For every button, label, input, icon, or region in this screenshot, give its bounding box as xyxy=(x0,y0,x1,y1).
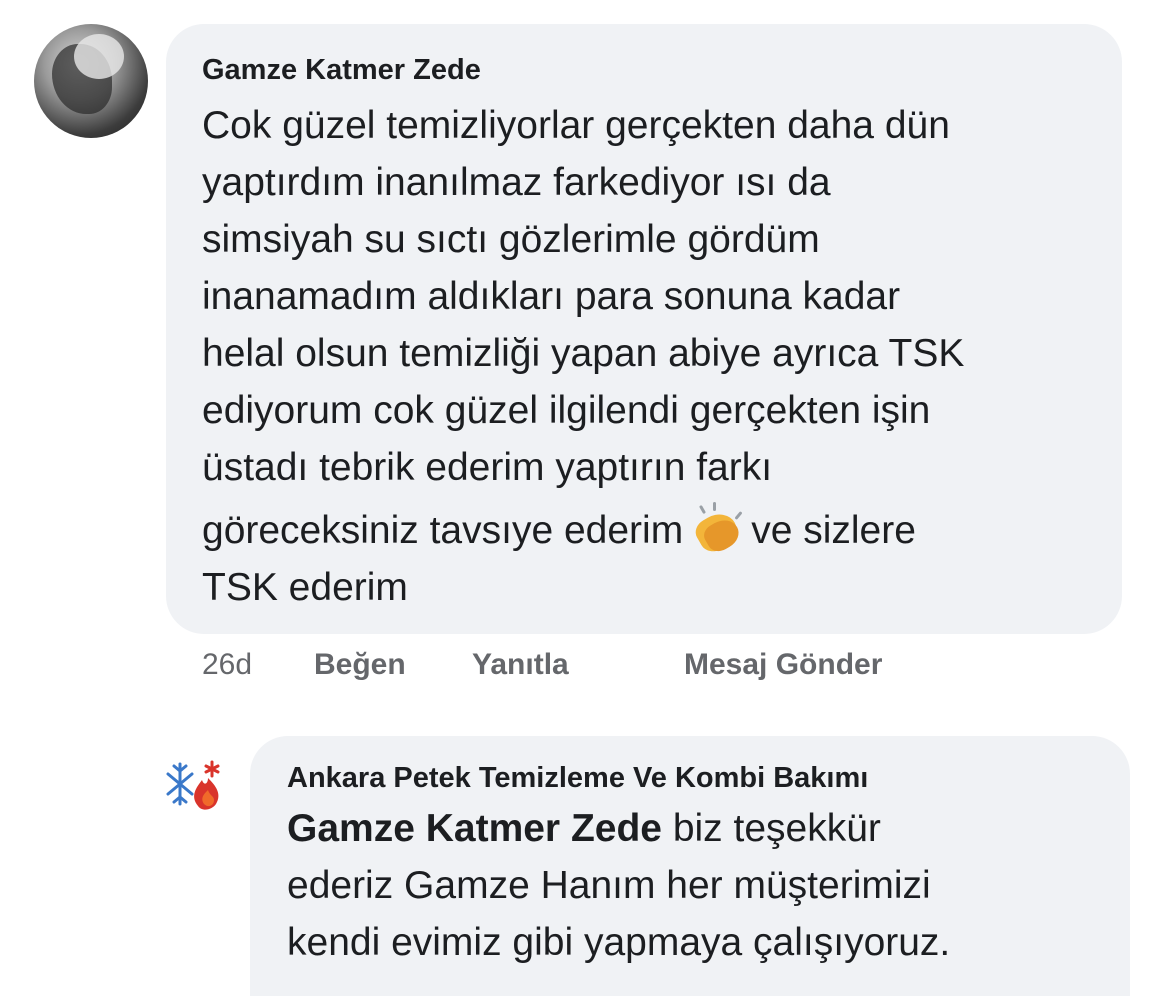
comment-line-part: göreceksiniz tavsıye ederim xyxy=(202,509,684,552)
comment-line: ediyorum cok güzel ilgilendi gerçekten i… xyxy=(202,389,931,432)
reply-button[interactable]: Yanıtla xyxy=(472,648,569,682)
comment-line: TSK ederim xyxy=(202,566,408,609)
comment-text: Cok güzel temizliyorlar gerçekten daha d… xyxy=(202,97,1102,616)
commenter-avatar[interactable] xyxy=(34,24,148,138)
reply-line: Gamze Katmer Zede biz teşekkür xyxy=(287,800,1107,857)
clapping-hands-icon xyxy=(691,502,745,557)
reply-author-name[interactable]: Ankara Petek Temizleme Ve Kombi Bakımı xyxy=(287,762,868,795)
comment-line: Cok güzel temizliyorlar gerçekten daha d… xyxy=(202,104,950,147)
like-button[interactable]: Beğen xyxy=(314,648,406,682)
comment-line: göreceksiniz tavsıye ederim ve sizlere xyxy=(202,502,1102,559)
comment-line: helal olsun temizliği yapan abiye ayrıca… xyxy=(202,332,965,375)
avatar-photo-highlight xyxy=(74,34,124,79)
comment-line: inanamadım aldıkları para sonuna kadar xyxy=(202,275,901,318)
reply-line-part: biz teşekkür xyxy=(661,807,881,850)
reply-text: Gamze Katmer Zede biz teşekkür ederiz Ga… xyxy=(287,800,1107,971)
comment-timestamp[interactable]: 26d xyxy=(202,648,252,682)
send-message-button[interactable]: Mesaj Gönder xyxy=(684,648,882,682)
comment-line-part: ve sizlere xyxy=(751,509,916,552)
page-avatar-snowflake-flame-icon[interactable] xyxy=(166,754,226,814)
comment-author-name[interactable]: Gamze Katmer Zede xyxy=(202,54,481,87)
comment-line: simsiyah su sıctı gözlerimle gördüm xyxy=(202,218,820,261)
comment-line: yaptırdım inanılmaz farkediyor ısı da xyxy=(202,161,831,204)
reply-mention[interactable]: Gamze Katmer Zede xyxy=(287,807,662,850)
comment-line: üstadı tebrik ederim yaptırın farkı xyxy=(202,446,773,489)
reply-line: ederiz Gamze Hanım her müşterimizi xyxy=(287,864,931,907)
reply-line: kendi evimiz gibi yapmaya çalışıyoruz. xyxy=(287,921,951,964)
